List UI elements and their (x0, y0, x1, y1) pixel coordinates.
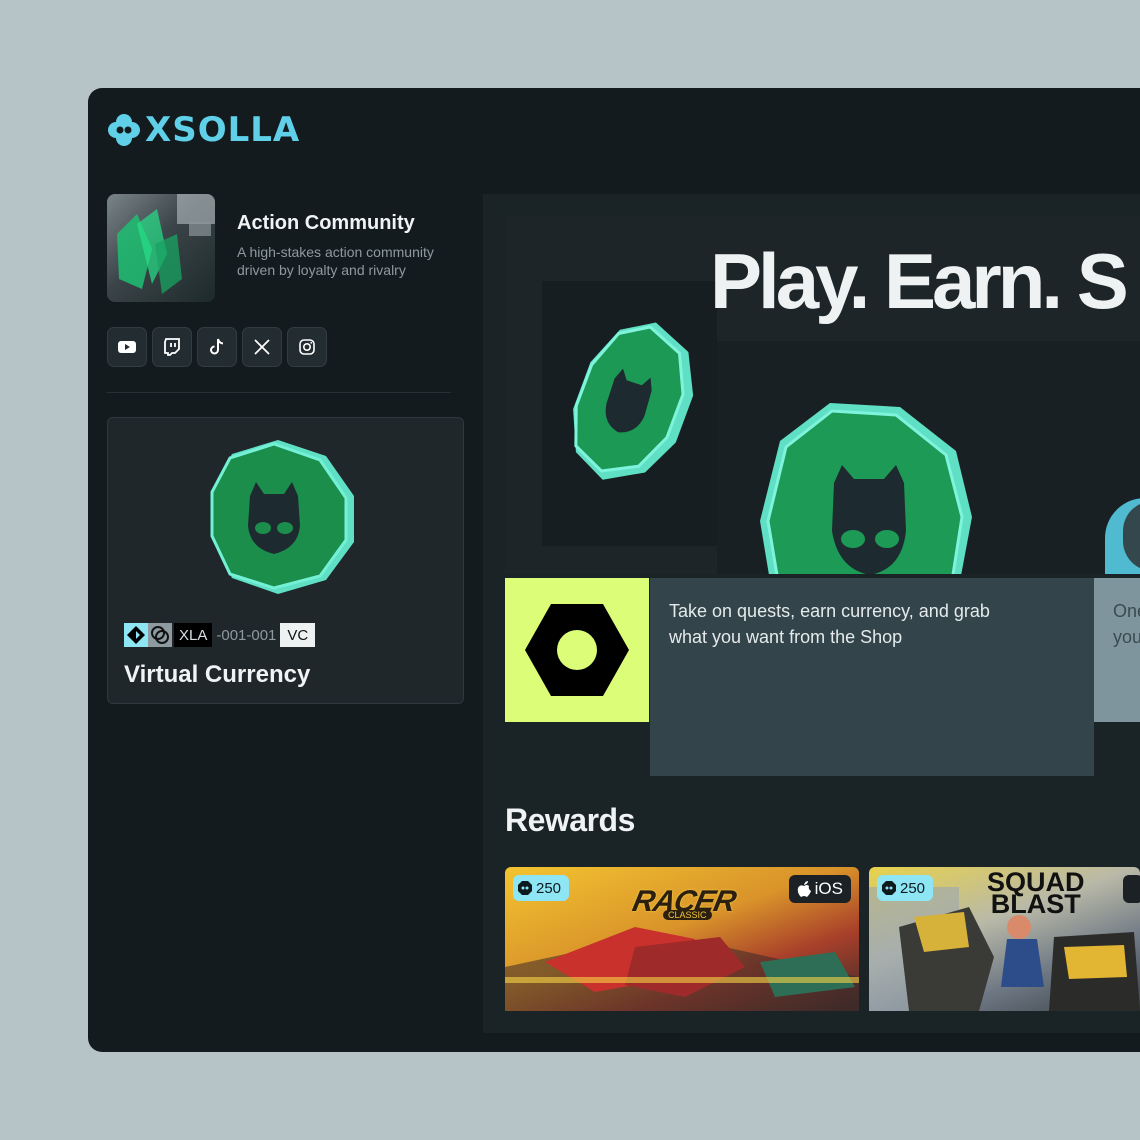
main-panel: Play. Earn. S Take on quests, earn curre… (483, 194, 1140, 1033)
sku-number: -001-001 (216, 626, 277, 644)
virtual-currency-title: Virtual Currency (124, 661, 311, 688)
logo-mark-icon (108, 114, 140, 146)
instagram-icon (299, 339, 315, 355)
community-thumbnail (107, 194, 215, 302)
game-logo-sub: CLASSIC (663, 910, 712, 920)
hex-tile (505, 578, 649, 722)
game-logo: SQUAD BLAST (987, 869, 1085, 919)
twitch-button[interactable] (152, 327, 192, 367)
diamond-badge-icon (124, 623, 148, 647)
price-badge: 250 (877, 875, 934, 901)
virtual-currency-card[interactable]: XLA -001-001 VC Virtual Currency (107, 417, 464, 704)
youtube-icon (118, 341, 136, 353)
coins-badge-icon (148, 623, 172, 647)
x-icon (254, 339, 270, 355)
social-links (107, 327, 327, 367)
coin-mask-icon (518, 881, 532, 895)
hero-headline: Play. Earn. S (710, 237, 1129, 325)
info-row: Take on quests, earn currency, and grab … (505, 578, 1140, 778)
platform-badge: iOS (788, 875, 851, 903)
reward-card[interactable]: 250 RACER CLASSIC iOS (505, 867, 859, 1011)
coin-icon (210, 440, 354, 594)
price-value: 250 (536, 879, 562, 897)
tiktok-button[interactable] (197, 327, 237, 367)
sidebar-divider (107, 392, 451, 393)
price-badge: 250 (513, 875, 570, 901)
platform-label: iOS (814, 879, 843, 898)
apple-icon (797, 881, 811, 897)
coin-icon (760, 403, 972, 574)
game-logo-line-2: BLAST (990, 889, 1081, 919)
twitch-icon (164, 338, 180, 356)
price-value: 250 (900, 879, 926, 897)
brand-logo[interactable]: XSOLLA (107, 113, 300, 147)
side-info-text: One you (1113, 598, 1140, 650)
youtube-button[interactable] (107, 327, 147, 367)
hexagon-nut-icon (525, 604, 629, 696)
hero-banner: Play. Earn. S (505, 216, 1140, 574)
logo-wordmark: XSOLLA (145, 110, 301, 150)
community-description: A high-stakes action community driven by… (237, 244, 434, 278)
x-button[interactable] (242, 327, 282, 367)
side-text-line-1: One (1113, 601, 1140, 621)
coin-icon (573, 322, 694, 480)
tiktok-icon (210, 338, 224, 355)
side-info-box: One you (1094, 578, 1140, 722)
quest-info-box: Take on quests, earn currency, and grab … (650, 578, 1094, 776)
sku-prefix: XLA (174, 623, 213, 647)
sku-type: VC (280, 623, 316, 647)
app-window: XSOLLA Action Community A high-stakes ac… (88, 88, 1140, 1052)
platform-badge (1123, 875, 1140, 903)
rewards-heading: Rewards (505, 802, 635, 838)
quest-description: Take on quests, earn currency, and grab … (669, 601, 990, 647)
side-text-line-2: you (1113, 627, 1140, 647)
instagram-button[interactable] (287, 327, 327, 367)
community-title: Action Community (237, 212, 415, 234)
coin-mask-icon (882, 881, 896, 895)
reward-card[interactable]: 250 SQUAD BLAST (869, 867, 1140, 1011)
sku-code: XLA -001-001 VC (124, 623, 316, 647)
community-header: Action Community A high-stakes action co… (107, 194, 457, 302)
